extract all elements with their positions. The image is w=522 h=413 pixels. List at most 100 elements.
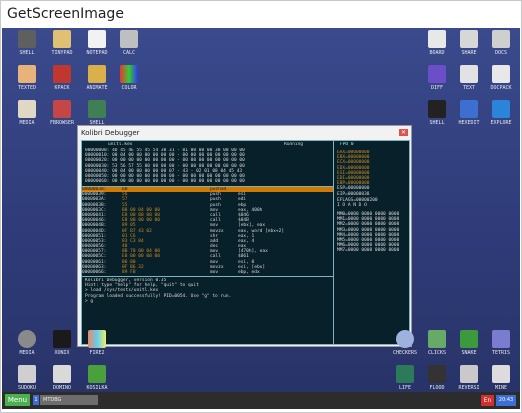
divider bbox=[333, 141, 334, 344]
disasm-bytes: 89 FB bbox=[122, 270, 136, 275]
fire-icon bbox=[88, 330, 106, 348]
shell-icon bbox=[18, 30, 36, 48]
mower-icon bbox=[88, 365, 106, 383]
desktop-icon-shell2[interactable]: SHELL bbox=[82, 100, 112, 126]
reversi-icon bbox=[460, 365, 478, 383]
desktop-icon-media[interactable]: MEDIA bbox=[12, 100, 42, 126]
app-window: GetScreenImage SHELL TINYPAD NOTEPAD CAL… bbox=[0, 0, 522, 413]
domino-icon bbox=[53, 365, 71, 383]
checkers-icon bbox=[396, 330, 414, 348]
desktop-icon-kosilka[interactable]: KOSILKA bbox=[82, 365, 112, 391]
file-name: unitl.kex bbox=[108, 142, 133, 147]
life-icon bbox=[396, 365, 414, 383]
folder-icon bbox=[53, 100, 71, 118]
desktop-icon-kpack[interactable]: KPACK bbox=[47, 65, 77, 91]
clicks-icon bbox=[428, 330, 446, 348]
desktop-icon-texted[interactable]: TEXTED bbox=[12, 65, 42, 91]
disasm-operands: ebp, edx bbox=[238, 270, 260, 275]
desktop-icon-shell-r[interactable]: SHELL bbox=[422, 100, 452, 126]
desktop-icon-fire2[interactable]: FIRE2 bbox=[82, 330, 112, 356]
desktop-icon-reversi[interactable]: REVERSI bbox=[454, 365, 484, 391]
window-title: GetScreenImage bbox=[7, 6, 124, 22]
tools-icon bbox=[88, 65, 106, 83]
debugger-window[interactable]: Kolibri Debugger ✕ unitl.kex Running FPU… bbox=[77, 125, 412, 347]
cube-icon bbox=[120, 65, 138, 83]
desktop-icon-media-b[interactable]: MEDIA bbox=[12, 330, 42, 356]
debugger-titlebar: Kolibri Debugger ✕ bbox=[78, 126, 411, 139]
register-line: EIP=00000038 bbox=[337, 191, 370, 197]
document-icon bbox=[88, 30, 106, 48]
desktop-icon-notepad[interactable]: NOTEPAD bbox=[82, 30, 112, 56]
desktop-switch[interactable]: 1 bbox=[33, 395, 39, 405]
divider bbox=[82, 276, 333, 277]
explorer-icon bbox=[492, 100, 510, 118]
disasm-address: 00000066: bbox=[82, 270, 107, 275]
image-icon bbox=[18, 100, 36, 118]
tetris-icon bbox=[492, 330, 510, 348]
board-icon bbox=[428, 30, 446, 48]
menu-button[interactable]: Menu bbox=[5, 394, 30, 406]
desktop-icon-tetris[interactable]: TETRIS bbox=[486, 330, 516, 356]
globe-icon bbox=[88, 100, 106, 118]
notepad-icon bbox=[53, 30, 71, 48]
registers-panel: EAX=00000000 EBX=00000000 ECX=00000000 EDX=… bbox=[337, 150, 407, 254]
debugger-status: Running bbox=[284, 142, 303, 147]
media-icon bbox=[18, 330, 36, 348]
clock: 20:43 bbox=[496, 395, 516, 406]
window-icon bbox=[460, 30, 478, 48]
docs-icon bbox=[492, 30, 510, 48]
desktop-icon-checkers[interactable]: CHECKERS bbox=[390, 330, 420, 356]
desktop-icon-life[interactable]: LIFE bbox=[390, 365, 420, 391]
taskbar: Menu 1 MTDBG En 20:43 bbox=[2, 392, 520, 409]
desktop-icon-text[interactable]: TEXT bbox=[454, 65, 484, 91]
mine-icon bbox=[492, 365, 510, 383]
desktop-icon-fbrowser[interactable]: FBROWSER bbox=[47, 100, 77, 126]
console-line: > g bbox=[85, 298, 94, 304]
register-line: MM2=0000 0000 0000 0000 bbox=[337, 222, 400, 228]
desktop-icon-clicks[interactable]: CLICKS bbox=[422, 330, 452, 356]
desktop-icon-snake[interactable]: SNAKE bbox=[454, 330, 484, 356]
desktop-icon-animate[interactable]: ANIMATE bbox=[82, 65, 112, 91]
game-icon bbox=[53, 330, 71, 348]
debugger-title: Kolibri Debugger bbox=[81, 128, 140, 137]
snake-icon bbox=[460, 330, 478, 348]
desktop-icon-color[interactable]: COLOR bbox=[114, 65, 144, 91]
window-titlebar: GetScreenImage bbox=[1, 1, 521, 27]
register-line: MM7=0000 0000 0000 0000 bbox=[337, 248, 400, 254]
debugger-body: unitl.kex Running FPU 0 00000000: 4D 45 … bbox=[81, 140, 410, 345]
desktop-icon-calc[interactable]: CALC bbox=[114, 30, 144, 56]
desktop-icon-diff[interactable]: DIFF bbox=[422, 65, 452, 91]
hex-dump: 00000000: 4D 45 4E 55 45 54 30 31 - 01 0… bbox=[85, 148, 335, 184]
fpu-tab[interactable]: FPU 0 bbox=[340, 142, 400, 147]
desktop-icon-explore[interactable]: EXPLORE bbox=[486, 100, 516, 126]
hex-icon bbox=[460, 100, 478, 118]
console-output[interactable]: Kolibri Debugger, version 0.35 Hint: typ… bbox=[85, 278, 331, 304]
desktop-icon-shell[interactable]: SHELL bbox=[12, 30, 42, 56]
desktop-icon-board[interactable]: BOARD bbox=[422, 30, 452, 56]
desktop-icon-share[interactable]: SHARE bbox=[454, 30, 484, 56]
file-icon bbox=[492, 65, 510, 83]
desktop-icon-hexedit[interactable]: HEXEDIT bbox=[454, 100, 484, 126]
language-indicator[interactable]: En bbox=[481, 395, 494, 406]
desktop-icon-tinypad[interactable]: TINYPAD bbox=[47, 30, 77, 56]
desktop-icon-mine[interactable]: MINE bbox=[486, 365, 516, 391]
disasm-row[interactable]: 00000066: 89 FB mov ebp, edx bbox=[82, 270, 333, 275]
calculator-icon bbox=[120, 30, 138, 48]
close-icon[interactable]: ✕ bbox=[399, 129, 408, 136]
desktop-icon-sudoku[interactable]: SUDOKU bbox=[12, 365, 42, 391]
disassembly: 00000038: 60 pushad 00000039: 56 push esi 00000… bbox=[82, 187, 333, 275]
desktop-icon-flood[interactable]: FLOOD bbox=[422, 365, 452, 391]
chart-icon bbox=[428, 65, 446, 83]
umbrella-icon bbox=[460, 65, 478, 83]
desktop-icon-docpack[interactable]: DOCPACK bbox=[486, 65, 516, 91]
pencil-icon bbox=[18, 65, 36, 83]
desktop-icon-docs[interactable]: DOCS bbox=[486, 30, 516, 56]
taskbar-item[interactable]: MTDBG bbox=[40, 395, 98, 405]
flood-icon bbox=[428, 365, 446, 383]
hex-row: 00000060: 00 00 00 00 00 00 00 00 - 00 0… bbox=[85, 179, 245, 185]
terminal-icon bbox=[428, 100, 446, 118]
desktop-icon-domino[interactable]: DOMINO bbox=[47, 365, 77, 391]
desktop-icon-xonix[interactable]: XONIX bbox=[47, 330, 77, 356]
package-icon bbox=[53, 65, 71, 83]
register-line: I O A N D O bbox=[337, 202, 367, 208]
